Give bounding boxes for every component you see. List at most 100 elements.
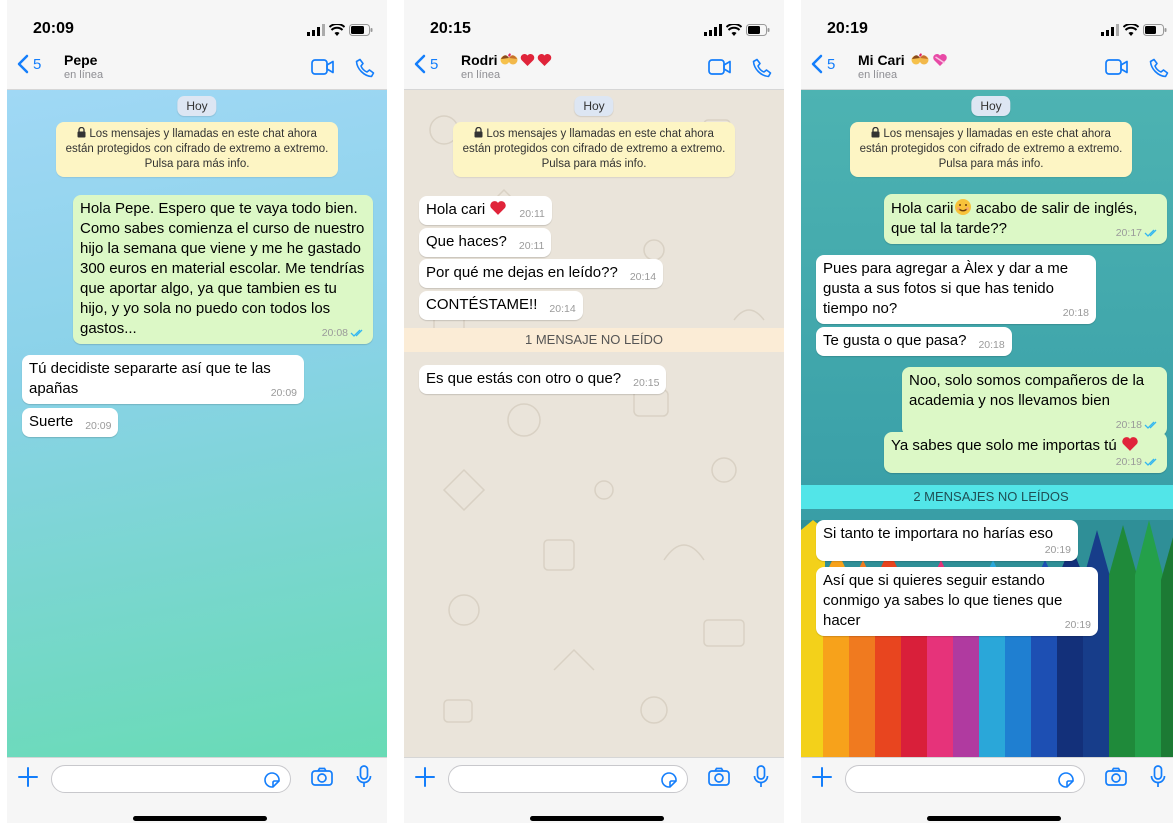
- message-time: 20:09: [270, 387, 297, 399]
- message-text: Así que si quieres seguir estando conmig…: [823, 572, 1063, 629]
- home-indicator[interactable]: [927, 816, 1061, 821]
- smiling-face-icon: [954, 199, 971, 215]
- message-text: Que haces?: [426, 233, 507, 250]
- message-bubble[interactable]: Es que estás con otro o que? 20:15: [419, 365, 667, 394]
- home-indicator[interactable]: [133, 816, 267, 821]
- message-bubble[interactable]: Que haces? 20:11: [419, 228, 552, 257]
- message-text: Noo, solo somos compañeros de la academi…: [909, 372, 1145, 409]
- message-input[interactable]: [51, 765, 291, 793]
- microphone-icon[interactable]: [753, 765, 769, 789]
- phone-icon[interactable]: [1149, 58, 1169, 78]
- message-time-block: 20:17: [1116, 227, 1160, 239]
- encryption-notice[interactable]: Los mensajes y llamadas en este chat aho…: [850, 122, 1132, 177]
- message-time: 20:11: [518, 240, 545, 252]
- message-bubble[interactable]: CONTÉSTAME!! 20:14: [419, 291, 583, 320]
- microphone-icon[interactable]: [1150, 765, 1166, 789]
- home-indicator[interactable]: [530, 816, 664, 821]
- back-button[interactable]: 5: [811, 54, 835, 74]
- message-input[interactable]: [845, 765, 1085, 793]
- plus-icon[interactable]: [414, 766, 436, 788]
- message-bubble[interactable]: Ya sabes que solo me importas tú 20:19: [884, 432, 1167, 473]
- video-camera-icon[interactable]: [311, 58, 335, 76]
- contact-name: Rodri: [461, 52, 498, 68]
- signal-icon: [1101, 24, 1119, 36]
- message-input[interactable]: [448, 765, 688, 793]
- unread-messages-divider: 1 MENSAJE NO LEÍDO: [404, 328, 784, 352]
- message-bubble[interactable]: Por qué me dejas en leído?? 20:14: [419, 259, 664, 288]
- message-text: Suerte: [29, 413, 74, 430]
- read-ticks-icon: [1144, 421, 1157, 430]
- message-time: 20:19: [1044, 544, 1071, 556]
- message-bubble[interactable]: Te gusta o que pasa? 20:18: [816, 327, 1012, 356]
- contact-info[interactable]: Rodri en línea: [461, 52, 552, 81]
- encryption-notice[interactable]: Los mensajes y llamadas en este chat aho…: [453, 122, 735, 177]
- encryption-notice-text: Los mensajes y llamadas en este chat aho…: [859, 128, 1123, 170]
- contact-info[interactable]: Pepe en línea: [64, 52, 103, 81]
- plus-icon[interactable]: [811, 766, 833, 788]
- camera-icon[interactable]: [311, 767, 333, 787]
- message-time: 20:18: [978, 339, 1005, 351]
- back-button[interactable]: 5: [414, 54, 438, 74]
- chat-area[interactable]: Hoy Los mensajes y llamadas en este chat…: [7, 90, 387, 757]
- message-time: 20:14: [549, 303, 576, 315]
- unread-chats-count: 5: [33, 55, 42, 73]
- phone-screen-mi-cari: 20:19 5 Mi Cari en línea Hoy Los mensaje…: [801, 0, 1173, 823]
- microphone-icon[interactable]: [356, 765, 372, 789]
- encryption-notice-text: Los mensajes y llamadas en este chat aho…: [462, 128, 726, 170]
- contact-status: en línea: [461, 69, 501, 81]
- message-composer: [7, 757, 387, 823]
- message-time: 20:19: [1115, 456, 1142, 468]
- message-bubble[interactable]: Suerte 20:09: [22, 408, 119, 437]
- unread-messages-divider: 2 MENSAJES NO LEÍDOS: [801, 485, 1173, 509]
- contact-info[interactable]: Mi Cari en línea: [858, 52, 948, 81]
- message-text: CONTÉSTAME!!: [426, 296, 538, 313]
- message-bubble[interactable]: Noo, solo somos compañeros de la academi…: [902, 367, 1167, 436]
- message-text: Hola carii: [891, 200, 954, 217]
- status-time: 20:15: [430, 20, 471, 37]
- contact-name: Mi Cari: [858, 52, 905, 68]
- plus-icon[interactable]: [17, 766, 39, 788]
- message-bubble[interactable]: Pues para agregar a Àlex y dar a me gust…: [816, 255, 1096, 324]
- chat-area[interactable]: Hoy Los mensajes y llamadas en este chat…: [801, 90, 1173, 757]
- message-bubble[interactable]: Así que si quieres seguir estando conmig…: [816, 567, 1098, 636]
- camera-icon[interactable]: [708, 767, 730, 787]
- message-text: Tú decidiste separarte así que te las ap…: [29, 360, 271, 397]
- read-ticks-icon: [350, 329, 363, 338]
- sticker-icon[interactable]: [659, 770, 679, 790]
- message-bubble[interactable]: Hola cari 20:11: [419, 196, 552, 225]
- message-text: Pues para agregar a Àlex y dar a me gust…: [823, 260, 1069, 317]
- sticker-icon[interactable]: [262, 770, 282, 790]
- day-separator: Hoy: [574, 96, 614, 116]
- message-text: Si tanto te importara no harías eso: [823, 525, 1054, 542]
- chat-area[interactable]: Hoy Los mensajes y llamadas en este chat…: [404, 90, 784, 757]
- message-time: 20:11: [519, 208, 545, 220]
- phone-icon[interactable]: [752, 58, 772, 78]
- status-time: 20:19: [827, 20, 868, 37]
- status-bar: 20:09: [7, 0, 387, 44]
- camera-icon[interactable]: [1105, 767, 1127, 787]
- red-heart-icon: [520, 54, 534, 66]
- chat-header: 5 Pepe en línea: [7, 44, 387, 90]
- message-bubble[interactable]: Hola carii acabo de salir de inglés, que…: [884, 194, 1167, 244]
- video-camera-icon[interactable]: [1105, 58, 1129, 76]
- signal-icon: [307, 24, 325, 36]
- video-camera-icon[interactable]: [708, 58, 732, 76]
- message-bubble[interactable]: Hola Pepe. Espero que te vaya todo bien.…: [73, 195, 373, 344]
- message-composer: [801, 757, 1173, 823]
- battery-icon: [746, 24, 770, 36]
- unread-chats-count: 5: [827, 55, 836, 73]
- back-button[interactable]: 5: [17, 54, 41, 74]
- message-time: 20:14: [629, 271, 657, 283]
- phone-icon[interactable]: [355, 58, 375, 78]
- sticker-icon[interactable]: [1056, 770, 1076, 790]
- chat-header: 5 Mi Cari en línea: [801, 44, 1173, 90]
- message-bubble[interactable]: Tú decidiste separarte así que te las ap…: [22, 355, 304, 404]
- battery-icon: [349, 24, 373, 36]
- encryption-notice[interactable]: Los mensajes y llamadas en este chat aho…: [56, 122, 338, 177]
- message-bubble[interactable]: Si tanto te importara no harías eso 20:1…: [816, 520, 1078, 561]
- chevron-left-icon: [414, 54, 426, 74]
- message-text: Ya sabes que solo me importas tú: [891, 437, 1117, 454]
- message-time: 20:15: [633, 377, 660, 389]
- contact-name: Pepe: [64, 52, 98, 68]
- message-time: 20:18: [1115, 419, 1142, 431]
